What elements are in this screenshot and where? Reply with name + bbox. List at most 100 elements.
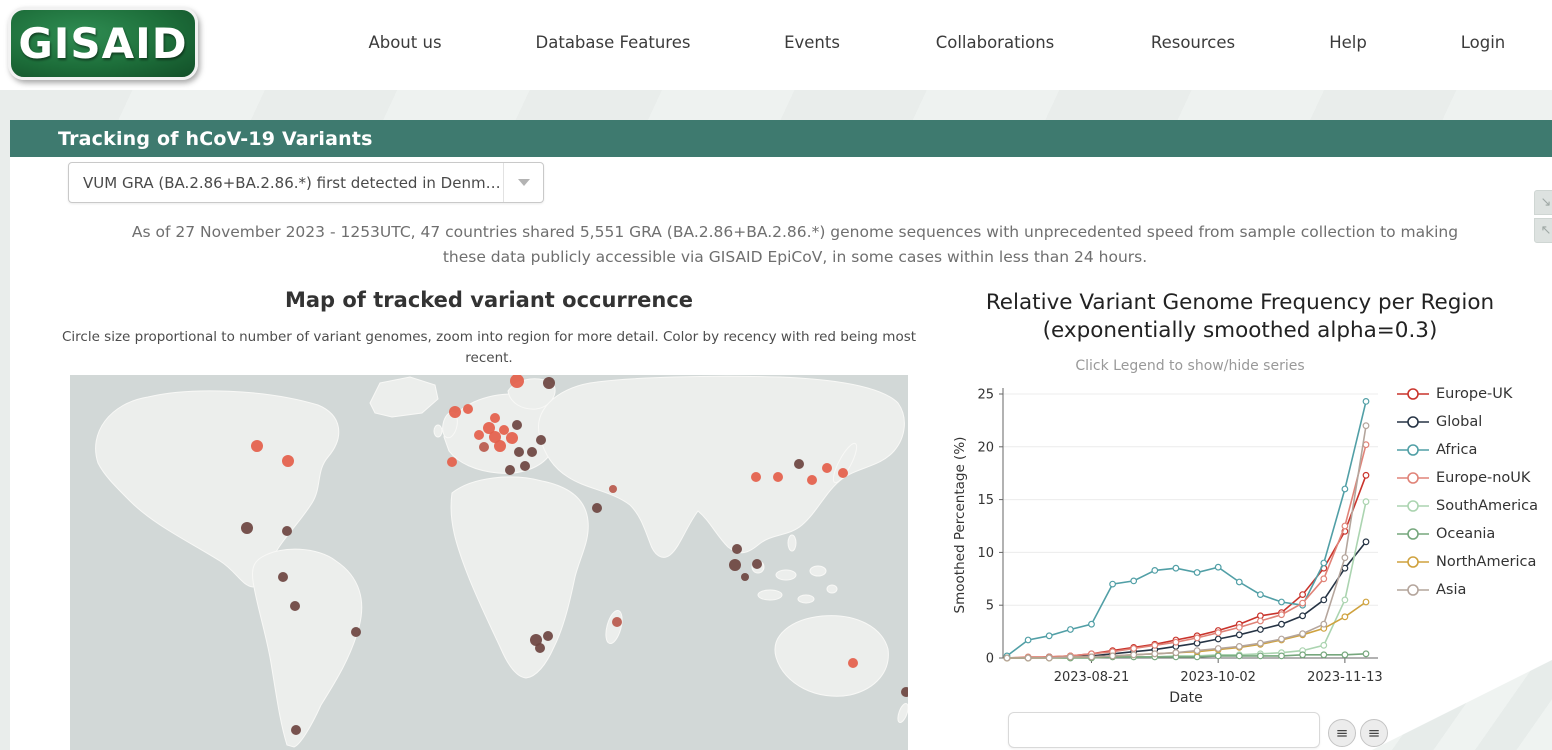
map-point[interactable] [506, 432, 518, 444]
x-tick-label: 2023-08-21 [1054, 670, 1130, 685]
map-point[interactable] [729, 559, 741, 571]
map-point[interactable] [463, 404, 473, 414]
legend-marker-icon [1397, 584, 1429, 596]
page: GISAID About us Database Features Events… [0, 0, 1552, 750]
nav-events[interactable]: Events [784, 33, 840, 52]
map-point[interactable] [822, 463, 832, 473]
legend-label: NorthAmerica [1436, 554, 1537, 570]
chart-subtitle: Click Legend to show/hide series [1075, 358, 1305, 374]
map-point[interactable] [351, 627, 361, 637]
nav-database-features[interactable]: Database Features [536, 33, 691, 52]
chart-menu-button-1[interactable]: ≡ [1328, 719, 1356, 747]
legend-marker-icon [1397, 556, 1429, 568]
map-point[interactable] [449, 406, 461, 418]
chart-menu-button-2[interactable]: ≡ [1360, 719, 1388, 747]
legend-item-Europe-noUK[interactable]: Europe-noUK [1396, 464, 1538, 492]
y-tick-label: 15 [977, 493, 994, 508]
legend-label: Asia [1436, 582, 1467, 598]
site-header: GISAID About us Database Features Events… [0, 0, 1552, 90]
y-tick-label: 0 [986, 652, 994, 667]
chart-range-input[interactable] [1008, 712, 1320, 748]
world-map[interactable] [70, 375, 908, 750]
expand-arrow-icon[interactable]: ↖ [1534, 218, 1552, 243]
nav-collaborations[interactable]: Collaborations [936, 33, 1055, 52]
map-point[interactable] [536, 435, 546, 445]
legend-marker-icon [1397, 500, 1429, 512]
map-point[interactable] [479, 442, 489, 452]
map-point[interactable] [447, 457, 457, 467]
map-point[interactable] [474, 430, 484, 440]
legend-item-Global[interactable]: Global [1396, 408, 1538, 436]
collapse-arrow-icon[interactable]: ↘ [1534, 190, 1552, 215]
gisaid-logo[interactable]: GISAID [8, 7, 198, 80]
legend-marker-icon [1397, 444, 1429, 456]
summary-text: As of 27 November 2023 - 1253UTC, 47 cou… [131, 223, 1459, 267]
map-point[interactable] [278, 572, 288, 582]
chart-title-line1: Relative Variant Genome Frequency per Re… [985, 290, 1495, 315]
legend-item-Asia[interactable]: Asia [1396, 576, 1538, 604]
map-point[interactable] [612, 617, 622, 627]
legend-label: SouthAmerica [1436, 498, 1538, 514]
map-point[interactable] [535, 643, 545, 653]
chart-title-line2: (exponentially smoothed alpha=0.3) [1042, 318, 1438, 343]
legend-item-Europe-UK[interactable]: Europe-UK [1396, 380, 1538, 408]
map-point[interactable] [505, 465, 515, 475]
map-subtitle: Circle size proportional to number of va… [61, 329, 917, 366]
variant-dropdown[interactable]: VUM GRA (BA.2.86+BA.2.86.*) first detect… [68, 162, 544, 203]
map-point[interactable] [752, 559, 762, 569]
chart-series-Asia [1003, 422, 1370, 662]
nav-login[interactable]: Login [1461, 33, 1506, 52]
map-point[interactable] [543, 631, 553, 641]
chart-legend: Europe-UK Global Africa Europe-noUK SouthAme… [1396, 380, 1538, 604]
gisaid-logo-text: GISAID [18, 19, 188, 68]
legend-marker-icon [1397, 472, 1429, 484]
map-point[interactable] [499, 425, 509, 435]
map-point[interactable] [251, 440, 263, 452]
map-point[interactable] [291, 725, 301, 735]
map-point[interactable] [592, 503, 602, 513]
legend-label: Europe-noUK [1436, 470, 1531, 486]
map-point[interactable] [282, 455, 294, 467]
map-point[interactable] [901, 687, 908, 697]
map-point[interactable] [848, 658, 858, 668]
legend-label: Europe-UK [1436, 386, 1513, 402]
legend-item-NorthAmerica[interactable]: NorthAmerica [1396, 548, 1538, 576]
chart-series-Africa [1003, 398, 1370, 660]
map-point[interactable] [527, 447, 537, 457]
dropdown-caret-box[interactable] [503, 163, 543, 202]
nav-help[interactable]: Help [1329, 33, 1367, 52]
map-point[interactable] [241, 522, 253, 534]
map-point[interactable] [751, 472, 761, 482]
nav-about-us[interactable]: About us [368, 33, 441, 52]
map-point[interactable] [794, 459, 804, 469]
y-tick-label: 20 [977, 440, 994, 455]
legend-item-SouthAmerica[interactable]: SouthAmerica [1396, 492, 1538, 520]
nav-resources[interactable]: Resources [1151, 33, 1235, 52]
map-point[interactable] [807, 475, 817, 485]
map-point[interactable] [838, 468, 848, 478]
map-point[interactable] [282, 526, 292, 536]
map-point[interactable] [741, 573, 749, 581]
legend-label: Global [1436, 414, 1483, 430]
map-point[interactable] [512, 420, 522, 430]
legend-item-Africa[interactable]: Africa [1396, 436, 1538, 464]
map-point[interactable] [609, 485, 617, 493]
map-point[interactable] [520, 461, 530, 471]
background-stripe [0, 90, 1552, 122]
x-axis-label: Date [1169, 690, 1203, 706]
section-banner: Tracking of hCoV-19 Variants [10, 120, 1552, 157]
map-point[interactable] [543, 377, 555, 389]
legend-label: Oceania [1436, 526, 1496, 542]
map-point[interactable] [494, 440, 506, 452]
map-point[interactable] [514, 447, 524, 457]
frequency-chart: 0 5 10 15 20 25 2023-08-21 2023-10-02 2023-11-13 [977, 388, 1383, 686]
legend-item-Oceania[interactable]: Oceania [1396, 520, 1538, 548]
legend-marker-icon [1397, 528, 1429, 540]
map-point[interactable] [290, 601, 300, 611]
map-title: Map of tracked variant occurrence [284, 288, 694, 312]
map-point[interactable] [490, 413, 500, 423]
legend-marker-icon [1397, 416, 1429, 428]
map-point[interactable] [773, 472, 783, 482]
x-tick-label: 2023-11-13 [1307, 670, 1383, 685]
map-point[interactable] [732, 544, 742, 554]
